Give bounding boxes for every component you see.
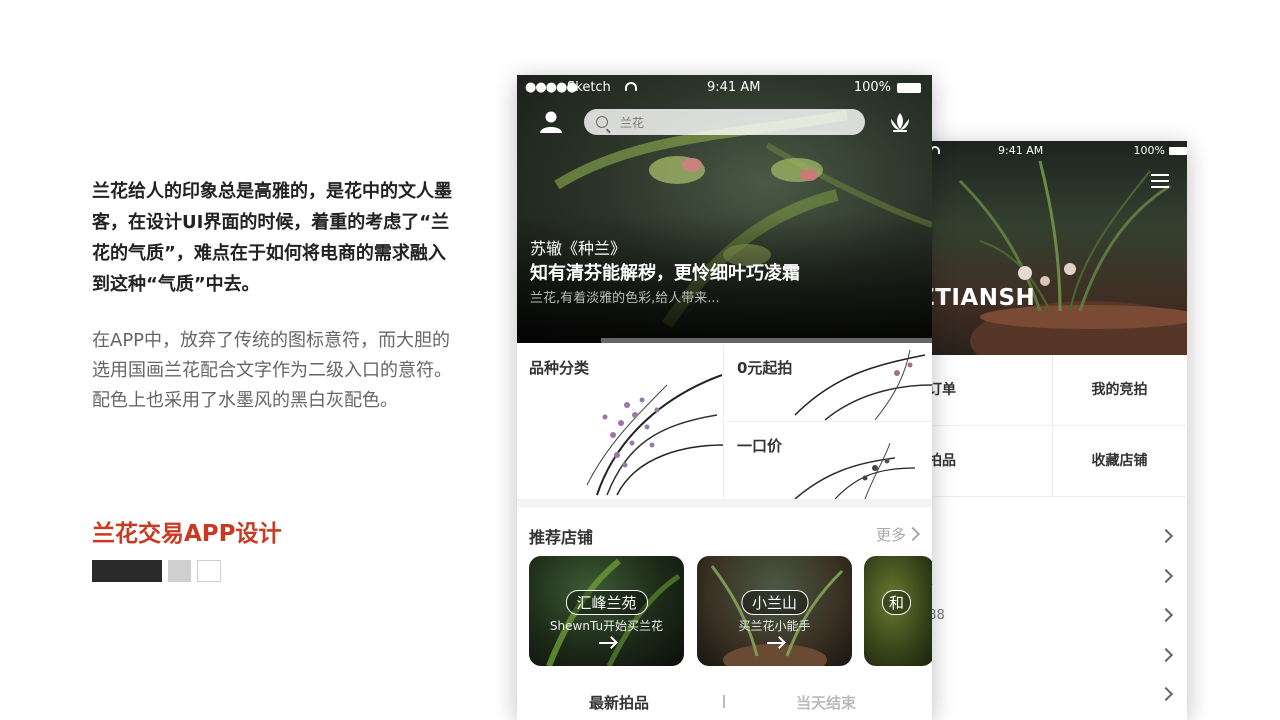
more-link[interactable]: 更多 xyxy=(876,524,921,545)
category-fixed-price[interactable]: 一口价 xyxy=(725,423,932,499)
poem-subtitle: 兰花,有着淡雅的色彩,给人带来... xyxy=(530,291,720,306)
auction-tabs: 最新拍品 当天结束 xyxy=(517,690,932,720)
search-icon xyxy=(596,116,608,128)
arrow-right-icon xyxy=(598,642,615,644)
list-item[interactable] xyxy=(920,519,1187,559)
chevron-right-icon xyxy=(1158,528,1174,544)
user-icon[interactable] xyxy=(539,110,563,134)
shop-name: 和 xyxy=(882,590,912,615)
grid-my-bids[interactable]: 我的竞拍 xyxy=(1053,355,1186,426)
category-zero-start[interactable]: 0元起拍 xyxy=(725,345,932,422)
home-phone-mockup: ●●●●● Sketch 9:41 AM 100% 兰花 苏辙《种兰》 知有清芬… xyxy=(517,75,932,720)
wifi-icon xyxy=(625,82,637,91)
recommended-shops-title: 推荐店铺 xyxy=(529,528,594,547)
chevron-right-icon xyxy=(1158,647,1174,662)
orchid-pot-illustration xyxy=(958,160,1187,355)
profile-hero-image: 9:41 AM 100% ZTIANSH xyxy=(920,141,1187,355)
shop-card[interactable]: 小兰山 买兰花小能手 xyxy=(697,556,852,666)
profile-list: 定 788 xyxy=(920,519,1187,717)
intro-lead-text: 兰花给人的印象总是高雅的，是花中的文人墨客，在设计UI界面的时候，着重的考虑了“… xyxy=(92,181,452,295)
section-divider xyxy=(517,499,932,507)
grid-lots[interactable]: 拍品 xyxy=(920,426,1053,497)
poem-author: 苏辙《种兰》 xyxy=(530,239,627,258)
project-title: 兰花交易APP设计 xyxy=(92,521,282,547)
arrow-right-icon xyxy=(766,642,783,644)
lotus-icon[interactable] xyxy=(888,110,912,134)
status-time: 9:41 AM xyxy=(707,80,761,95)
list-item[interactable] xyxy=(920,638,1187,678)
menu-icon[interactable] xyxy=(1151,174,1169,188)
search-query: 兰花 xyxy=(620,116,645,130)
shop-name: 汇峰兰苑 xyxy=(565,590,648,615)
category-variety[interactable]: 品种分类 xyxy=(517,345,724,499)
swatch-white xyxy=(197,560,221,582)
banner-progress-bar xyxy=(601,338,932,343)
grid-orders[interactable]: 订单 xyxy=(920,355,1053,426)
list-item[interactable]: 定 xyxy=(920,559,1187,599)
category-grid: 品种分类 0元起拍 一口价 xyxy=(517,345,932,499)
swatch-dark xyxy=(92,560,162,582)
profile-phone-mockup: 9:41 AM 100% ZTIANSH 订单 我的竞拍 拍品 收藏店铺 定 7… xyxy=(920,141,1187,720)
swatch-gray xyxy=(168,560,191,582)
status-time: 9:41 AM xyxy=(998,144,1044,157)
status-battery-text: 100% xyxy=(853,80,891,95)
ink-orchid-painting xyxy=(794,442,916,499)
list-item[interactable] xyxy=(920,677,1187,717)
status-bar: ●●●●● Sketch 9:41 AM 100% xyxy=(525,80,924,96)
shop-slogan: 买兰花小能手 xyxy=(738,619,811,633)
shop-card[interactable]: 汇峰兰苑 ShewnTu开始买兰花 xyxy=(529,556,684,666)
intro-body-text: 在APP中，放弃了传统的图标意符，而大胆的选用国画兰花配合文字作为二级入口的意符… xyxy=(92,330,452,411)
tab-latest-lots[interactable]: 最新拍品 xyxy=(589,692,649,713)
status-bar: 9:41 AM 100% xyxy=(920,144,1187,160)
ink-orchid-painting xyxy=(794,349,932,421)
battery-icon xyxy=(1169,147,1187,155)
grid-favorite-shops[interactable]: 收藏店铺 xyxy=(1053,426,1186,497)
poem-line: 知有清芬能解秽，更怜细叶巧凌霜 xyxy=(530,263,800,284)
tab-separator xyxy=(723,695,725,708)
shop-card[interactable]: 和 xyxy=(864,556,932,666)
ink-orchid-painting xyxy=(586,374,723,496)
chevron-right-icon xyxy=(1158,568,1174,583)
search-input[interactable]: 兰花 xyxy=(584,109,865,135)
chevron-right-icon xyxy=(1158,607,1174,623)
tab-ending-today[interactable]: 当天结束 xyxy=(796,692,856,713)
hero-banner[interactable]: ●●●●● Sketch 9:41 AM 100% 兰花 苏辙《种兰》 知有清芬… xyxy=(517,75,932,343)
profile-name: ZTIANSH xyxy=(920,285,1036,311)
chevron-right-icon xyxy=(1158,686,1174,702)
status-carrier: Sketch xyxy=(567,80,611,95)
profile-shortcut-grid: 订单 我的竞拍 拍品 收藏店铺 xyxy=(920,355,1187,499)
shop-name: 小兰山 xyxy=(740,590,809,615)
chevron-right-icon xyxy=(905,526,921,542)
shop-slogan: ShewnTu开始买兰花 xyxy=(549,619,664,633)
battery-icon xyxy=(897,83,921,93)
list-item[interactable]: 788 xyxy=(920,598,1187,638)
status-battery-text: 100% xyxy=(1133,144,1165,157)
